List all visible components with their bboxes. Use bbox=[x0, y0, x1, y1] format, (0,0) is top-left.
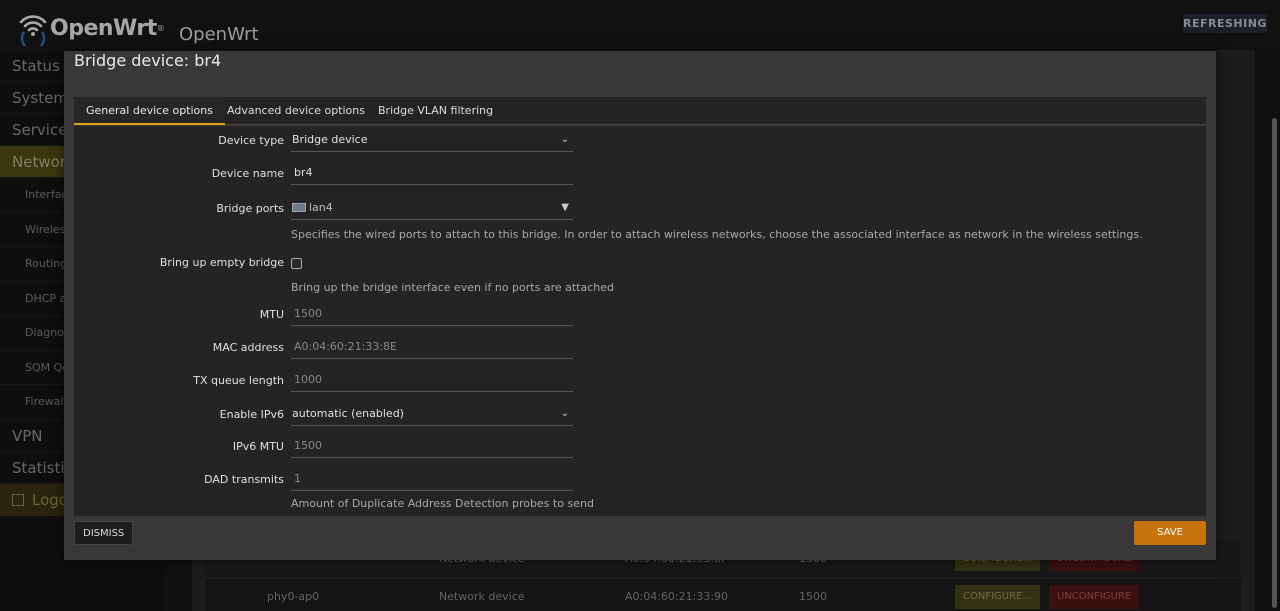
tab-bar: General device options Advanced device o… bbox=[74, 97, 1206, 125]
dropdown-triangle-icon: ▼ bbox=[561, 202, 569, 213]
dad-transmits-input[interactable]: 1 bbox=[291, 467, 573, 491]
device-name-input[interactable]: br4 bbox=[291, 161, 573, 185]
bridge-ports-label: Bridge ports bbox=[216, 202, 284, 215]
device-type-label: Device type bbox=[218, 134, 284, 147]
bridge-ports-value: lan4 bbox=[309, 201, 333, 214]
enable-ipv6-select[interactable]: automatic (enabled) ⌄ bbox=[291, 402, 573, 426]
ipv6-mtu-label: IPv6 MTU bbox=[232, 440, 284, 453]
chevron-down-icon: ⌄ bbox=[560, 408, 569, 419]
dialog-title: Bridge device: br4 bbox=[74, 51, 222, 70]
mtu-input[interactable]: 1500 bbox=[291, 302, 573, 326]
ipv6-mtu-input[interactable]: 1500 bbox=[291, 434, 573, 458]
txqueue-label: TX queue length bbox=[193, 374, 284, 387]
dad-transmits-help: Amount of Duplicate Address Detection pr… bbox=[291, 497, 594, 510]
empty-bridge-label: Bring up empty bridge bbox=[159, 256, 284, 269]
tab-content: Device type Bridge device ⌄ Device name … bbox=[74, 126, 1206, 516]
bridge-device-dialog: Bridge device: br4 General device option… bbox=[64, 51, 1216, 560]
dismiss-button[interactable]: DISMISS bbox=[74, 521, 134, 545]
mtu-label: MTU bbox=[259, 308, 284, 321]
bridge-ports-dropdown[interactable]: lan4 ▼ bbox=[291, 196, 573, 220]
tab-advanced[interactable]: Advanced device options bbox=[215, 97, 377, 125]
enable-ipv6-value: automatic (enabled) bbox=[292, 407, 404, 420]
device-type-value: Bridge device bbox=[292, 133, 368, 146]
chevron-down-icon: ⌄ bbox=[560, 134, 569, 145]
tab-vlan-filtering[interactable]: Bridge VLAN filtering bbox=[366, 97, 505, 125]
device-name-label: Device name bbox=[211, 167, 284, 180]
empty-bridge-checkbox[interactable] bbox=[291, 258, 302, 269]
device-type-select[interactable]: Bridge device ⌄ bbox=[291, 128, 573, 152]
enable-ipv6-label: Enable IPv6 bbox=[219, 408, 284, 421]
ethernet-port-icon bbox=[292, 202, 306, 212]
page-scrollbar[interactable] bbox=[1272, 118, 1277, 608]
mac-address-label: MAC address bbox=[212, 341, 284, 354]
tab-general[interactable]: General device options bbox=[74, 97, 225, 125]
bridge-ports-help: Specifies the wired ports to attach to t… bbox=[291, 228, 1143, 241]
save-button[interactable]: SAVE bbox=[1134, 521, 1206, 545]
txqueue-input[interactable]: 1000 bbox=[291, 368, 573, 392]
dad-transmits-label: DAD transmits bbox=[204, 473, 284, 486]
empty-bridge-help: Bring up the bridge interface even if no… bbox=[291, 281, 614, 294]
mac-address-input[interactable]: A0:04:60:21:33:8E bbox=[291, 335, 573, 359]
